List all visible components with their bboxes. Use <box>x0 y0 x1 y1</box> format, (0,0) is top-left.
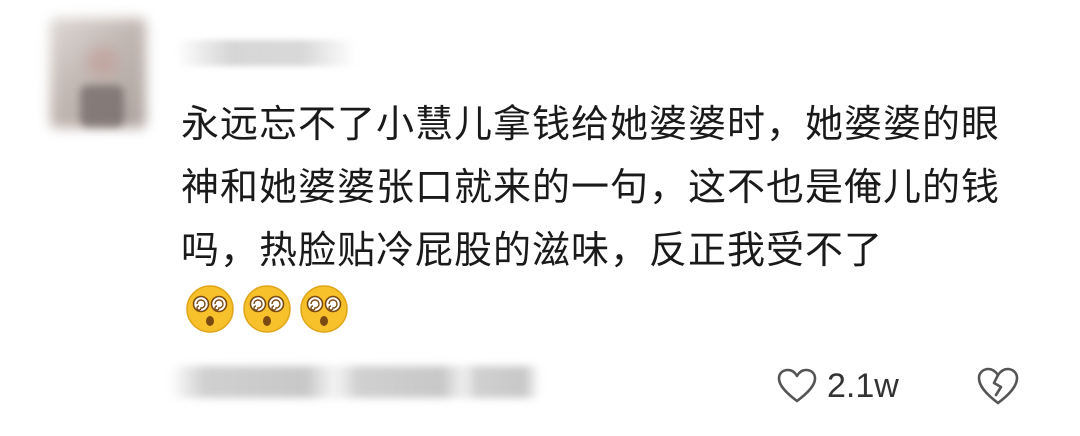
reply-button-redacted[interactable] <box>460 366 540 398</box>
like-count: 2.1w <box>827 366 899 405</box>
avatar-blur-detail <box>80 85 124 127</box>
comment-text: 永远忘不了小慧儿拿钱给她婆婆时，她婆婆的眼神和她婆婆张口就来的一句，这不也是俺儿… <box>181 102 1001 272</box>
location-redacted <box>330 366 470 398</box>
heart-outline-icon <box>777 368 817 403</box>
dizzy-face-emoji <box>300 285 348 333</box>
broken-heart-icon[interactable] <box>976 366 1020 406</box>
timestamp-redacted <box>170 366 340 398</box>
dizzy-face-emoji <box>186 285 234 333</box>
emoji-group <box>185 284 356 353</box>
dizzy-face-emoji <box>243 285 291 333</box>
like-button[interactable]: 2.1w <box>777 366 899 406</box>
comment-text-block: 永远忘不了小慧儿拿钱给她婆婆时，她婆婆的眼神和她婆婆张口就来的一句，这不也是俺儿… <box>181 93 1011 353</box>
username-redacted[interactable] <box>176 40 356 66</box>
